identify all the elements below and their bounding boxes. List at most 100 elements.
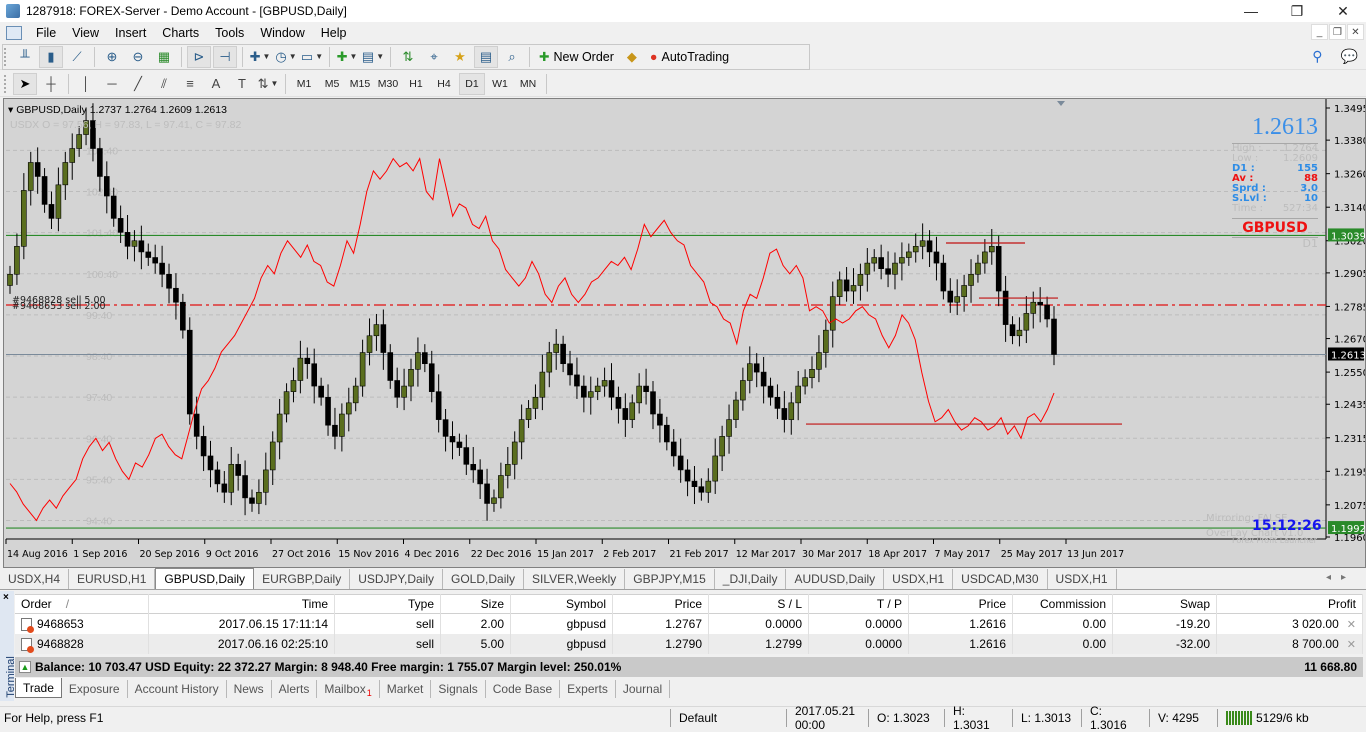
toolbar-grip[interactable] [4,47,8,66]
timeframe-m15[interactable]: M15 [347,73,373,95]
price-chart[interactable]: 103.40102.40101.40100.4099.4098.4097.409… [4,99,1365,567]
crosshair-icon[interactable]: ┼ [39,73,63,95]
menu-view[interactable]: View [64,26,107,40]
terminal-tab-mailbox[interactable]: Mailbox 1 [317,680,380,698]
terminal-tab-journal[interactable]: Journal [616,680,671,698]
menu-tools[interactable]: Tools [207,26,252,40]
close-order-icon[interactable]: ✕ [1347,618,1356,631]
terminal-tab-code-base[interactable]: Code Base [486,680,561,698]
chart-tab[interactable]: EURUSD,H1 [69,569,156,589]
chart-window-icon[interactable] [6,25,22,40]
mdi-close-button[interactable]: ✕ [1347,24,1364,40]
menu-charts[interactable]: Charts [154,26,207,40]
data-window-icon[interactable]: ⌖ [422,46,446,68]
autoscroll-icon[interactable]: ⊳ [187,45,211,68]
metaeditor-icon[interactable]: ◆ [620,46,644,68]
col-current-price[interactable]: Price [909,594,1013,614]
horizontal-line-icon[interactable]: ─ [100,73,124,95]
chart-shift-icon[interactable]: ⊣ [213,45,237,68]
table-row[interactable]: 9468653 2017.06.15 17:11:14 sell 2.00 gb… [15,614,1363,634]
terminal-tab-signals[interactable]: Signals [431,680,486,698]
text-label-icon[interactable]: T [230,73,254,95]
vertical-line-icon[interactable]: │ [74,73,98,95]
zoom-out-icon[interactable]: ⊖ [126,46,150,68]
timeframe-w1[interactable]: W1 [487,73,513,95]
toolbar-grip[interactable] [4,74,8,93]
col-price[interactable]: Price [613,594,709,614]
zoom-in-icon[interactable]: ⊕ [100,46,124,68]
col-symbol[interactable]: Symbol [511,594,613,614]
restore-button[interactable]: ❐ [1274,0,1320,22]
chart-tab[interactable]: USDCAD,M30 [953,569,1048,589]
equidistant-channel-icon[interactable]: ⫽ [152,73,176,95]
candlestick-chart-icon[interactable]: ▮ [39,45,63,68]
terminal-close-icon[interactable]: × [3,592,9,603]
col-type[interactable]: Type [335,594,441,614]
templates-icon[interactable]: ▭ ▼ [300,46,324,68]
search-icon[interactable]: ⚲ [1312,48,1322,65]
terminal-tab-trade[interactable]: Trade [15,678,62,698]
tab-scroll-arrows[interactable]: ◂▸ [1326,572,1356,583]
terminal-tab-market[interactable]: Market [380,680,432,698]
timeframe-h1[interactable]: H1 [403,73,429,95]
terminal-tab-alerts[interactable]: Alerts [272,680,318,698]
chart-window[interactable]: 103.40102.40101.40100.4099.4098.4097.409… [3,98,1366,568]
terminal-tab-account-history[interactable]: Account History [128,680,227,698]
col-commission[interactable]: Commission [1013,594,1113,614]
strategy-tester-icon[interactable]: ⌕ [500,46,524,68]
indicators-icon[interactable]: ✚ ▼ [248,46,272,68]
chart-tab[interactable]: AUDUSD,Daily [786,569,885,589]
autotrading-button[interactable]: ● AutoTrading [646,46,733,68]
terminal-icon[interactable]: ▤ [474,45,498,68]
chart-tab[interactable]: EURGBP,Daily [254,569,351,589]
chart-tab[interactable]: USDJPY,Daily [350,569,444,589]
market-watch-icon[interactable]: ⇅ [396,46,420,68]
line-chart-icon[interactable]: ⟋ [65,46,89,68]
chart-tab[interactable]: USDX,H4 [0,569,70,589]
chart-tab[interactable]: GBPUSD,Daily [155,568,255,589]
terminal-tab-news[interactable]: News [227,680,272,698]
close-button[interactable]: ✕ [1320,0,1366,22]
chat-icon[interactable]: 💬 [1341,48,1358,65]
bar-chart-icon[interactable]: ╨ [13,46,37,68]
timeframe-m1[interactable]: M1 [291,73,317,95]
text-icon[interactable]: A [204,73,228,95]
collapse-icon[interactable]: ▾ [8,104,13,116]
close-order-icon[interactable]: ✕ [1347,638,1356,651]
timeframe-h4[interactable]: H4 [431,73,457,95]
col-swap[interactable]: Swap [1113,594,1217,614]
timeframe-m30[interactable]: M30 [375,73,401,95]
mdi-restore-button[interactable]: ❐ [1329,24,1346,40]
profile-status[interactable]: Default [670,708,786,727]
new-order-button[interactable]: ✚ New Order [535,46,618,68]
chart-tab[interactable]: _DJI,Daily [715,569,787,589]
mdi-minimize-button[interactable]: _ [1311,24,1328,40]
timeframe-d1[interactable]: D1 [459,72,485,95]
arrows-icon[interactable]: ⇅ ▼ [256,73,280,95]
minimize-button[interactable]: — [1228,0,1274,22]
tile-windows-icon[interactable]: ▦ [152,46,176,68]
col-time[interactable]: Time [149,594,335,614]
profiles-icon[interactable]: ▤ ▼ [361,46,385,68]
menu-insert[interactable]: Insert [107,26,154,40]
col-order[interactable]: Order / [15,594,149,614]
table-row[interactable]: 9468828 2017.06.16 02:25:10 sell 5.00 gb… [15,634,1363,654]
col-tp[interactable]: T / P [809,594,909,614]
navigator-icon[interactable]: ★ [448,46,472,68]
menu-file[interactable]: File [28,26,64,40]
periods-clock-icon[interactable]: ◷ ▼ [274,46,298,68]
menu-help[interactable]: Help [313,26,355,40]
fibonacci-icon[interactable]: ≡ [178,73,202,95]
terminal-tab-exposure[interactable]: Exposure [62,680,128,698]
terminal-tab-experts[interactable]: Experts [560,680,616,698]
chart-tab[interactable]: GBPJPY,M15 [625,569,715,589]
chart-tab[interactable]: USDX,H1 [884,569,954,589]
trendline-icon[interactable]: ╱ [126,73,150,95]
col-size[interactable]: Size [441,594,511,614]
connection-status[interactable]: 5129/6 kb [1217,708,1366,727]
menu-window[interactable]: Window [252,26,312,40]
timeframe-m5[interactable]: M5 [319,73,345,95]
chart-tab[interactable]: GOLD,Daily [443,569,525,589]
col-profit[interactable]: Profit [1217,594,1363,614]
chart-tab[interactable]: SILVER,Weekly [524,569,626,589]
